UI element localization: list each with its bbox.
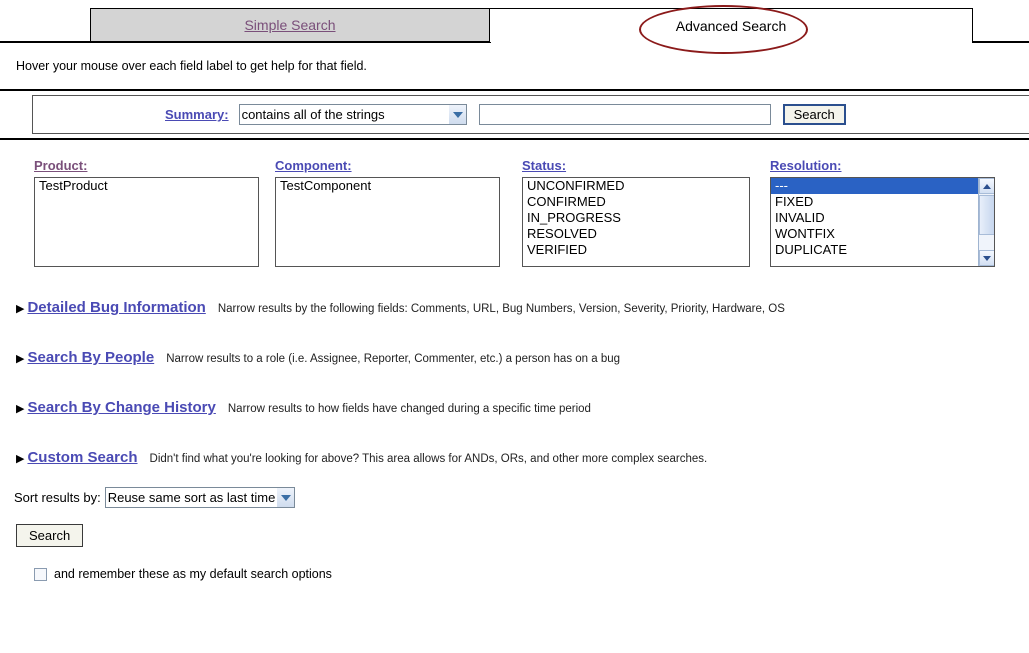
bottom-search-button[interactable]: Search [16, 524, 84, 547]
product-label-link[interactable]: Product: [34, 158, 87, 173]
section-custom-search[interactable]: ▶ Custom Search Didn't find what you're … [0, 449, 1029, 466]
list-item[interactable]: INVALID [771, 210, 978, 226]
section-desc-search-by-change-history: Narrow results to how fields have change… [227, 403, 591, 415]
sort-select-wrapper: Reuse same sort as last time [104, 487, 295, 508]
column-status: Status: UNCONFIRMED CONFIRMED IN_PROGRES… [522, 158, 770, 267]
sort-results-label: Sort results by: [14, 490, 101, 505]
triangle-right-icon[interactable]: ▶ [16, 354, 24, 365]
sort-results-select[interactable]: Reuse same sort as last time [104, 487, 295, 508]
list-item-selected[interactable]: --- [771, 178, 978, 194]
section-desc-detailed-bug-information: Narrow results by the following fields: … [217, 303, 785, 315]
triangle-down-icon [983, 255, 991, 261]
column-product: Product: TestProduct [34, 158, 275, 267]
sort-results-row: Sort results by: Reuse same sort as last… [0, 487, 1029, 508]
component-listbox[interactable]: TestComponent [275, 177, 500, 267]
summary-match-type-wrapper: contains all of the strings [229, 104, 467, 125]
list-item[interactable]: TestProduct [35, 178, 258, 194]
section-search-by-people[interactable]: ▶ Search By People Narrow results to a r… [0, 349, 1029, 366]
list-item[interactable]: FIXED [771, 194, 978, 210]
tab-simple-search-label[interactable]: Simple Search [244, 17, 335, 33]
tab-simple-search[interactable]: Simple Search [90, 8, 490, 42]
remember-defaults-row: and remember these as my default search … [0, 567, 1029, 581]
tab-advanced-search-label: Advanced Search [675, 17, 787, 34]
scroll-down-arrow-icon[interactable] [979, 250, 994, 266]
tab-bar: Simple Search Advanced Search [0, 0, 1029, 54]
status-listbox[interactable]: UNCONFIRMED CONFIRMED IN_PROGRESS RESOLV… [522, 177, 750, 267]
list-item[interactable]: TestComponent [276, 178, 499, 194]
triangle-right-icon[interactable]: ▶ [16, 404, 24, 415]
section-link-detailed-bug-information[interactable]: Detailed Bug Information [27, 299, 205, 316]
list-item[interactable]: UNCONFIRMED [523, 178, 749, 194]
product-listbox[interactable]: TestProduct [34, 177, 259, 267]
section-detailed-bug-information[interactable]: ▶ Detailed Bug Information Narrow result… [0, 299, 1029, 316]
section-link-custom-search[interactable]: Custom Search [27, 449, 137, 466]
triangle-right-icon[interactable]: ▶ [16, 304, 24, 315]
remember-defaults-checkbox[interactable] [34, 567, 47, 581]
section-link-search-by-people[interactable]: Search By People [27, 349, 154, 366]
summary-panel: Summary: contains all of the strings Sea… [0, 89, 1029, 140]
status-label-link[interactable]: Status: [522, 158, 566, 173]
resolution-scrollbar[interactable] [978, 178, 994, 266]
triangle-up-icon [983, 183, 991, 189]
summary-match-type-select[interactable]: contains all of the strings [238, 104, 467, 125]
list-item[interactable]: RESOLVED [523, 226, 749, 242]
summary-search-input[interactable] [478, 104, 771, 125]
component-label-link[interactable]: Component: [275, 158, 352, 173]
filter-columns: Product: TestProduct Component: TestComp… [0, 158, 1029, 267]
main-content: Hover your mouse over each field label t… [0, 59, 1029, 581]
section-desc-search-by-people: Narrow results to a role (i.e. Assignee,… [166, 353, 621, 365]
help-hint-text: Hover your mouse over each field label t… [16, 59, 367, 73]
section-search-by-change-history[interactable]: ▶ Search By Change History Narrow result… [0, 399, 1029, 416]
tab-advanced-search[interactable]: Advanced Search [490, 8, 973, 42]
section-desc-custom-search: Didn't find what you're looking for abov… [149, 453, 708, 465]
scrollbar-thumb[interactable] [979, 195, 994, 235]
summary-search-button[interactable]: Search [782, 104, 846, 125]
scroll-up-arrow-icon[interactable] [979, 178, 994, 194]
list-item[interactable]: CONFIRMED [523, 194, 749, 210]
list-item[interactable]: IN_PROGRESS [523, 210, 749, 226]
triangle-right-icon[interactable]: ▶ [16, 454, 24, 465]
list-item[interactable]: DUPLICATE [771, 242, 978, 258]
collapsible-sections: ▶ Detailed Bug Information Narrow result… [0, 299, 1029, 466]
column-component: Component: TestComponent [275, 158, 522, 267]
summary-panel-inner: Summary: contains all of the strings Sea… [32, 95, 1029, 134]
resolution-label-link[interactable]: Resolution: [770, 158, 842, 173]
resolution-listbox[interactable]: --- FIXED INVALID WONTFIX DUPLICATE [770, 177, 995, 267]
summary-label-link[interactable]: Summary: [165, 107, 229, 122]
remember-defaults-label: and remember these as my default search … [54, 567, 332, 581]
list-item[interactable]: WONTFIX [771, 226, 978, 242]
bottom-search-row: Search [0, 524, 1029, 547]
section-link-search-by-change-history[interactable]: Search By Change History [27, 399, 215, 416]
column-resolution: Resolution: --- FIXED INVALID WONTFIX DU… [770, 158, 1000, 267]
list-item[interactable]: VERIFIED [523, 242, 749, 258]
